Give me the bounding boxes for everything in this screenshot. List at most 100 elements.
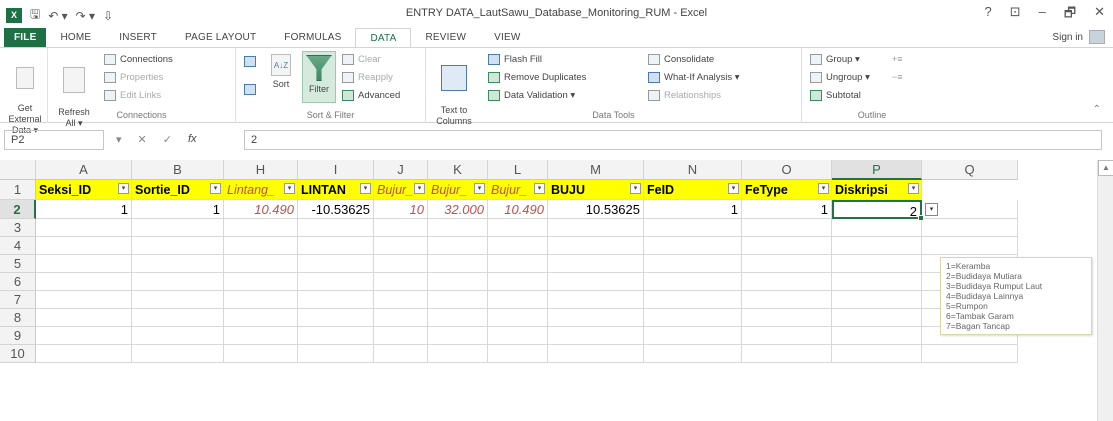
row-header-2[interactable]: 2 [0,200,36,219]
data-cell[interactable] [374,273,428,291]
filter-dropdown-icon[interactable]: ▾ [474,183,485,194]
cancel-formula-icon[interactable]: ✕ [138,133,147,146]
data-cell[interactable] [548,291,644,309]
filter-dropdown-icon[interactable]: ▾ [414,183,425,194]
data-cell[interactable] [132,237,224,255]
data-cell[interactable] [488,345,548,363]
data-cell[interactable] [298,327,374,345]
data-cell[interactable] [742,219,832,237]
data-cell[interactable] [548,309,644,327]
data-cell[interactable] [428,273,488,291]
tab-page-layout[interactable]: PAGE LAYOUT [171,28,270,48]
filter-dropdown-icon[interactable]: ▾ [534,183,545,194]
name-box[interactable]: P2 [4,130,104,150]
row-header-3[interactable]: 3 [0,219,36,237]
data-cell[interactable] [298,237,374,255]
filter-dropdown-icon[interactable]: ▾ [284,183,295,194]
data-cell[interactable] [428,255,488,273]
data-cell[interactable] [374,345,428,363]
data-cell[interactable] [644,255,742,273]
header-cell-i[interactable]: LINTAN ▾ [298,180,374,200]
data-cell[interactable] [224,255,298,273]
data-cell[interactable] [832,291,922,309]
data-cell[interactable] [298,291,374,309]
data-validation-button[interactable]: Data Validation ▾ [488,90,575,101]
data-cell-j2[interactable]: 10 [374,200,428,219]
minimize-icon[interactable]: – [1039,4,1046,26]
data-cell[interactable] [428,219,488,237]
data-cell[interactable] [644,273,742,291]
select-all-corner[interactable] [0,160,36,180]
filter-dropdown-icon[interactable]: ▾ [210,183,221,194]
data-cell[interactable] [36,327,132,345]
header-cell-n[interactable]: FeID ▾ [644,180,742,200]
column-header-l[interactable]: L [488,160,548,180]
data-cell[interactable] [36,345,132,363]
tab-home[interactable]: HOME [46,28,105,48]
filter-dropdown-icon[interactable]: ▾ [908,183,919,194]
data-cell[interactable] [644,309,742,327]
data-cell[interactable] [132,219,224,237]
data-cell-a2[interactable]: 1 [36,200,132,219]
data-cell[interactable] [374,327,428,345]
data-cell[interactable] [428,309,488,327]
column-header-k[interactable]: K [428,160,488,180]
column-header-h[interactable]: H [224,160,298,180]
fill-handle[interactable] [918,215,924,221]
row-header-6[interactable]: 6 [0,273,36,291]
data-cell[interactable] [488,327,548,345]
row-header-10[interactable]: 10 [0,345,36,363]
data-cell[interactable] [488,237,548,255]
data-cell[interactable] [36,273,132,291]
group-button[interactable]: Group ▾ [810,54,860,65]
edit-links-button[interactable]: Edit Links [104,90,161,101]
flash-fill-button[interactable]: Flash Fill [488,54,542,65]
data-cell[interactable] [298,309,374,327]
data-cell[interactable] [36,237,132,255]
hide-detail-icon[interactable]: −≡ [892,72,903,82]
column-header-a[interactable]: A [36,160,132,180]
sort-descending-button[interactable] [244,84,256,95]
data-cell[interactable] [548,237,644,255]
header-cell-m[interactable]: BUJU ▾ [548,180,644,200]
data-cell[interactable] [374,255,428,273]
sort-ascending-button[interactable] [244,56,256,67]
vertical-scrollbar[interactable]: ▲ [1097,160,1113,421]
scroll-up-icon[interactable]: ▲ [1098,160,1113,176]
data-cell-n2[interactable]: 1 [644,200,742,219]
data-cell[interactable] [224,237,298,255]
data-cell-i2[interactable]: -10.53625 [298,200,374,219]
data-cell[interactable] [132,273,224,291]
clear-button[interactable]: Clear [342,54,381,65]
data-cell[interactable] [428,345,488,363]
data-cell[interactable] [548,255,644,273]
data-cell-o2[interactable]: 1 [742,200,832,219]
data-cell[interactable] [742,273,832,291]
data-cell[interactable] [36,255,132,273]
tab-insert[interactable]: INSERT [105,28,171,48]
column-header-o[interactable]: O [742,160,832,180]
data-cell[interactable] [36,219,132,237]
filter-dropdown-icon[interactable]: ▾ [728,183,739,194]
data-cell[interactable] [832,309,922,327]
data-cell[interactable] [224,273,298,291]
data-cell[interactable] [488,219,548,237]
column-header-n[interactable]: N [644,160,742,180]
column-header-q[interactable]: Q [922,160,1018,180]
data-cell[interactable] [644,345,742,363]
data-cell[interactable] [644,219,742,237]
filter-dropdown-icon[interactable]: ▾ [818,183,829,194]
advanced-button[interactable]: Advanced [342,90,400,101]
data-cell[interactable] [298,219,374,237]
tab-formulas[interactable]: FORMULAS [270,28,355,48]
show-detail-icon[interactable]: +≡ [892,54,903,64]
data-cell[interactable] [548,345,644,363]
data-cell[interactable] [428,291,488,309]
data-cell[interactable] [428,327,488,345]
get-external-data-button[interactable]: Get External Data ▾ [4,56,46,136]
data-cell-l2[interactable]: 10.490 [488,200,548,219]
data-cell[interactable] [548,273,644,291]
data-cell[interactable] [488,309,548,327]
tab-data[interactable]: DATA [355,28,412,48]
data-cell[interactable] [224,291,298,309]
